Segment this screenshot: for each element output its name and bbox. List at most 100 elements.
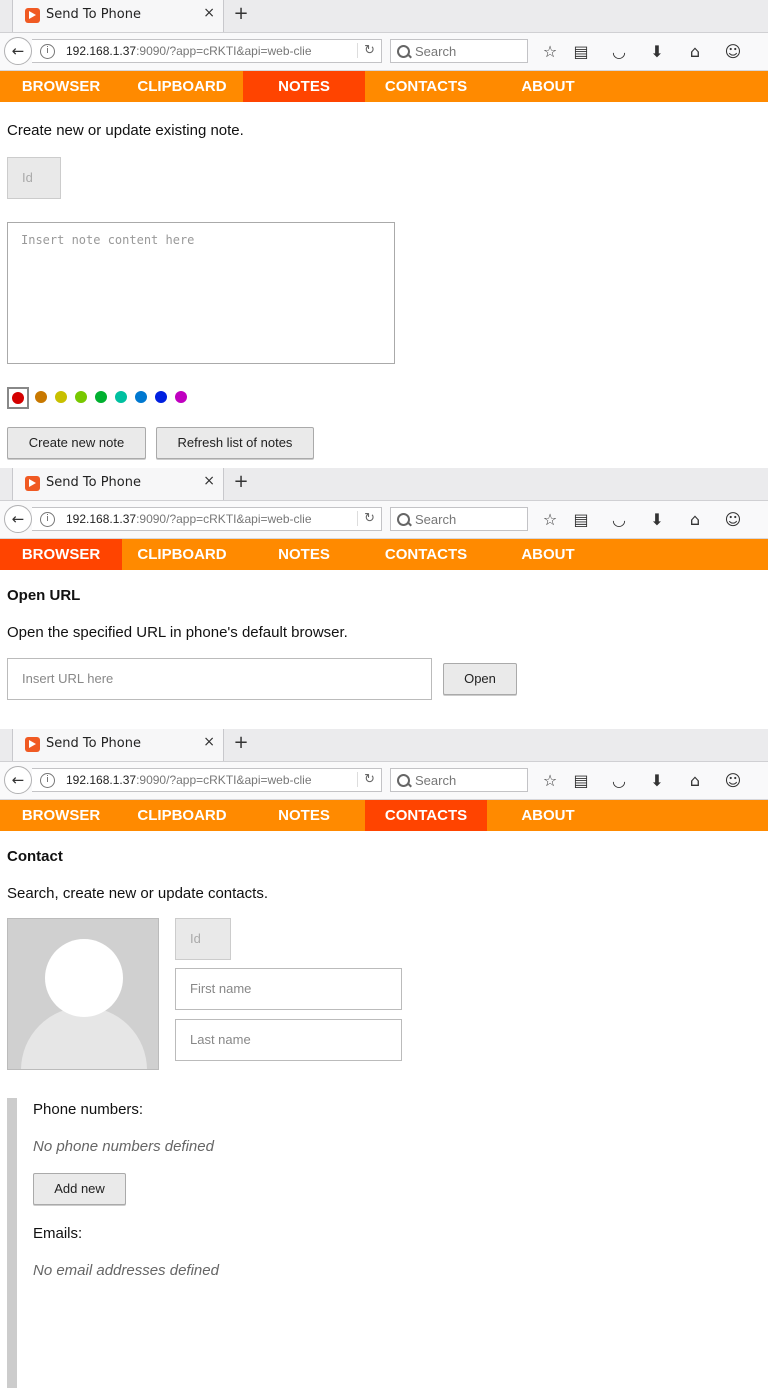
download-icon[interactable]: ⬇: [647, 510, 667, 530]
notes-description: Create new or update existing note.: [7, 122, 244, 139]
tab-title: Send To Phone: [46, 736, 141, 751]
info-icon[interactable]: i: [40, 773, 55, 788]
send-to-phone-favicon-icon: [25, 8, 40, 23]
color-swatch-teal[interactable]: [115, 391, 127, 403]
menu-contacts[interactable]: CONTACTS: [365, 71, 487, 102]
url-input[interactable]: Insert URL here: [7, 658, 432, 700]
open-url-button[interactable]: Open: [443, 663, 517, 695]
app-menu: BROWSER CLIPBOARD NOTES CONTACTS ABOUT: [0, 71, 768, 102]
url-bar[interactable]: i 192.168.1.37:9090/?app=cRKTI&api=web-c…: [32, 768, 382, 792]
refresh-notes-button[interactable]: Refresh list of notes: [156, 427, 314, 459]
no-emails-text: No email addresses defined: [33, 1262, 219, 1279]
color-swatch-red[interactable]: [12, 392, 24, 404]
menu-about[interactable]: ABOUT: [487, 800, 609, 831]
url-bar[interactable]: i 192.168.1.37:9090/?app=cRKTI&api=web-c…: [32, 507, 382, 531]
menu-clipboard[interactable]: CLIPBOARD: [121, 71, 243, 102]
note-id-field[interactable]: Id: [7, 157, 61, 199]
color-swatch-light-blue[interactable]: [135, 391, 147, 403]
color-swatch-lime[interactable]: [75, 391, 87, 403]
app-menu: BROWSER CLIPBOARD NOTES CONTACTS ABOUT: [0, 800, 768, 831]
search-input[interactable]: Search: [390, 39, 528, 63]
back-arrow-icon[interactable]: ←: [4, 37, 32, 65]
search-icon: [397, 774, 410, 787]
color-swatch-green[interactable]: [95, 391, 107, 403]
phone-numbers-label: Phone numbers:: [33, 1101, 144, 1118]
menu-about[interactable]: ABOUT: [487, 71, 609, 102]
menu-notes[interactable]: NOTES: [243, 800, 365, 831]
info-icon[interactable]: i: [40, 44, 55, 59]
last-name-field[interactable]: Last name: [175, 1019, 402, 1061]
menu-contacts[interactable]: CONTACTS: [365, 539, 487, 570]
close-tab-icon[interactable]: ×: [203, 5, 215, 21]
note-content-textarea[interactable]: Insert note content here: [7, 222, 395, 364]
send-to-phone-favicon-icon: [25, 737, 40, 752]
contact-id-field[interactable]: Id: [175, 918, 231, 960]
close-tab-icon[interactable]: ×: [203, 734, 215, 750]
browser-tab[interactable]: Send To Phone ×: [12, 468, 224, 500]
home-icon[interactable]: ⌂: [685, 42, 705, 62]
nav-bar: ← i 192.168.1.37:9090/?app=cRKTI&api=web…: [0, 501, 768, 539]
menu-notes[interactable]: NOTES: [243, 539, 365, 570]
search-icon: [397, 513, 410, 526]
reload-icon[interactable]: ↻: [357, 511, 375, 526]
color-swatch-yellow[interactable]: [55, 391, 67, 403]
smiley-icon[interactable]: ☺: [723, 771, 743, 791]
no-phone-numbers-text: No phone numbers defined: [33, 1138, 214, 1155]
download-icon[interactable]: ⬇: [647, 42, 667, 62]
back-arrow-icon[interactable]: ←: [4, 766, 32, 794]
add-phone-button[interactable]: Add new: [33, 1173, 126, 1205]
reload-icon[interactable]: ↻: [357, 43, 375, 58]
menu-notes[interactable]: NOTES: [243, 71, 365, 102]
app-menu: BROWSER CLIPBOARD NOTES CONTACTS ABOUT: [0, 539, 768, 570]
first-name-field[interactable]: First name: [175, 968, 402, 1010]
new-tab-icon[interactable]: +: [232, 3, 250, 24]
color-swatch-orange[interactable]: [35, 391, 47, 403]
close-tab-icon[interactable]: ×: [203, 473, 215, 489]
menu-about[interactable]: ABOUT: [487, 539, 609, 570]
home-icon[interactable]: ⌂: [685, 510, 705, 530]
reload-icon[interactable]: ↻: [357, 772, 375, 787]
reading-list-icon[interactable]: ▤: [571, 42, 591, 62]
pocket-icon[interactable]: ◡: [609, 771, 629, 791]
color-swatch-blue[interactable]: [155, 391, 167, 403]
bookmark-star-icon[interactable]: ☆: [540, 771, 560, 791]
reading-list-icon[interactable]: ▤: [571, 771, 591, 791]
browser-tab[interactable]: Send To Phone ×: [12, 729, 224, 761]
contact-title: Contact: [7, 848, 63, 865]
tab-strip: Send To Phone × +: [0, 729, 768, 762]
create-note-button[interactable]: Create new note: [7, 427, 146, 459]
search-input[interactable]: Search: [390, 768, 528, 792]
contacts-screenshot: Send To Phone × + ← i 192.168.1.37:9090/…: [0, 729, 768, 1388]
browser-screenshot: Send To Phone × + ← i 192.168.1.37:9090/…: [0, 468, 768, 729]
contact-description: Search, create new or update contacts.: [7, 885, 268, 902]
menu-clipboard[interactable]: CLIPBOARD: [121, 539, 243, 570]
home-icon[interactable]: ⌂: [685, 771, 705, 791]
smiley-icon[interactable]: ☺: [723, 42, 743, 62]
pocket-icon[interactable]: ◡: [609, 42, 629, 62]
menu-clipboard[interactable]: CLIPBOARD: [121, 800, 243, 831]
open-url-title: Open URL: [7, 587, 81, 604]
menu-browser[interactable]: BROWSER: [0, 71, 122, 102]
new-tab-icon[interactable]: +: [232, 732, 250, 753]
reading-list-icon[interactable]: ▤: [571, 510, 591, 530]
menu-contacts[interactable]: CONTACTS: [365, 800, 487, 831]
bookmark-star-icon[interactable]: ☆: [540, 42, 560, 62]
menu-browser[interactable]: BROWSER: [0, 539, 122, 570]
bookmark-star-icon[interactable]: ☆: [540, 510, 560, 530]
tab-strip: Send To Phone × +: [0, 0, 768, 33]
download-icon[interactable]: ⬇: [647, 771, 667, 791]
smiley-icon[interactable]: ☺: [723, 510, 743, 530]
color-swatch-purple[interactable]: [175, 391, 187, 403]
info-icon[interactable]: i: [40, 512, 55, 527]
tab-title: Send To Phone: [46, 475, 141, 490]
back-arrow-icon[interactable]: ←: [4, 505, 32, 533]
url-bar[interactable]: i 192.168.1.37:9090/?app=cRKTI&api=web-c…: [32, 39, 382, 63]
avatar[interactable]: [7, 918, 159, 1070]
browser-tab[interactable]: Send To Phone ×: [12, 0, 224, 32]
url-text: 192.168.1.37:9090/?app=cRKTI&api=web-cli…: [66, 773, 312, 787]
pocket-icon[interactable]: ◡: [609, 510, 629, 530]
new-tab-icon[interactable]: +: [232, 471, 250, 492]
search-input[interactable]: Search: [390, 507, 528, 531]
menu-browser[interactable]: BROWSER: [0, 800, 122, 831]
url-text: 192.168.1.37:9090/?app=cRKTI&api=web-cli…: [66, 512, 312, 526]
